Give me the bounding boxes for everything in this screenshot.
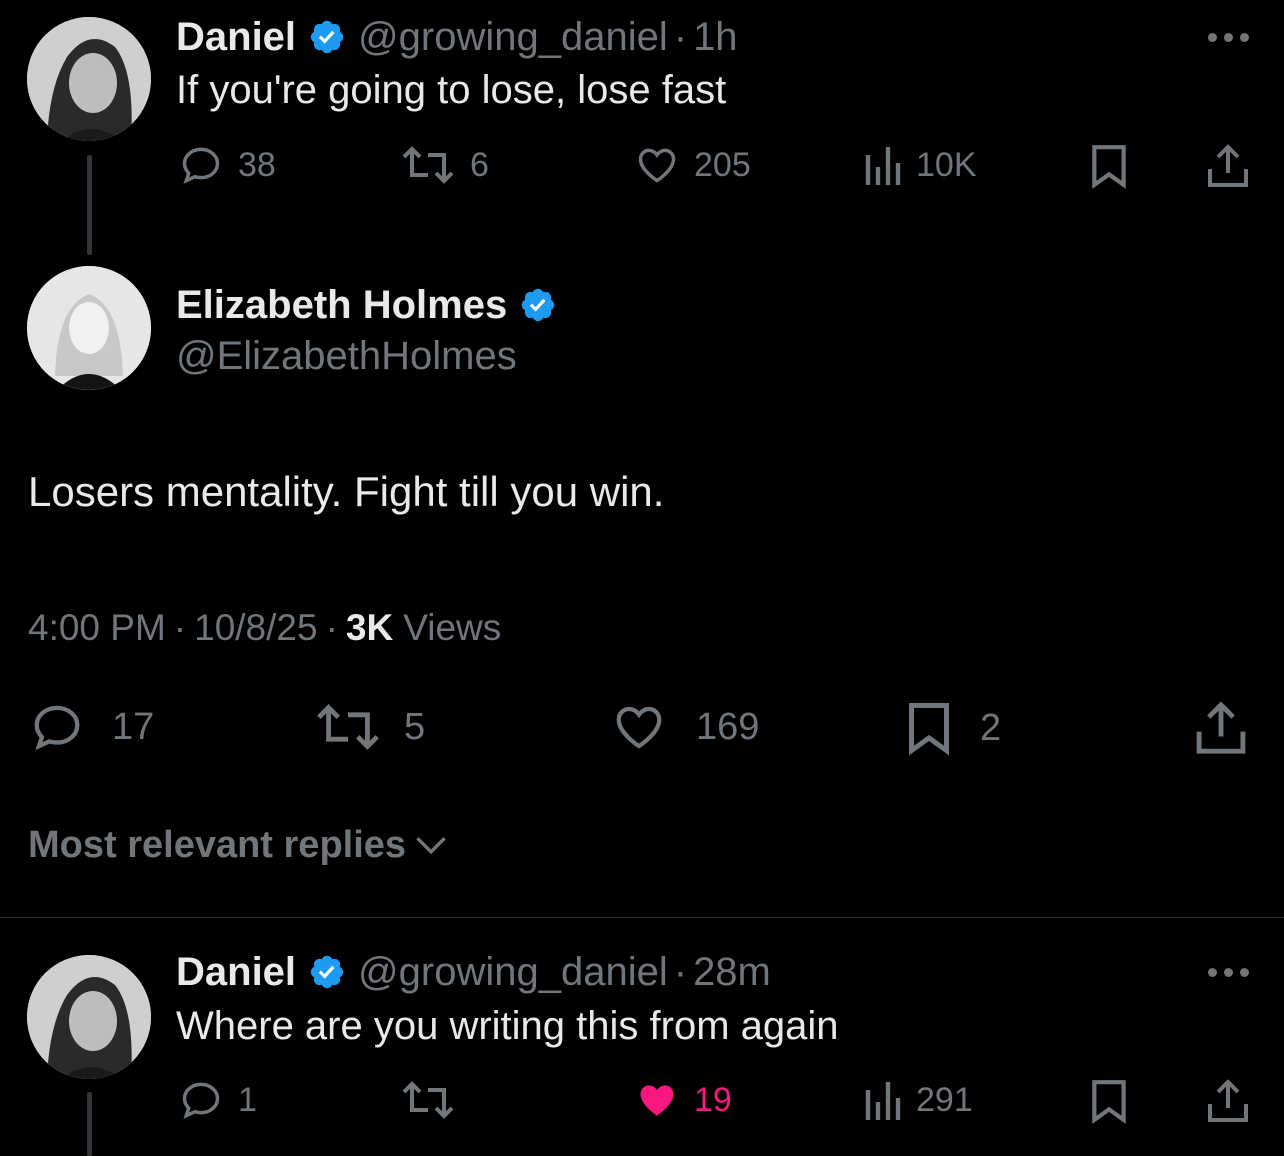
separator-dot: · bbox=[673, 949, 688, 994]
more-options-icon[interactable] bbox=[1208, 968, 1249, 977]
views-button[interactable]: 10K bbox=[862, 143, 977, 187]
divider bbox=[0, 917, 1284, 918]
avatar-image bbox=[27, 955, 151, 1079]
views-icon bbox=[865, 147, 901, 185]
bookmark-icon bbox=[909, 703, 949, 756]
reply-count: 17 bbox=[112, 705, 155, 748]
tweet-text: Losers mentality. Fight till you win. bbox=[28, 468, 665, 515]
author-name[interactable]: Elizabeth Holmes bbox=[176, 283, 507, 328]
tweet-time[interactable]: 1h bbox=[693, 15, 738, 60]
share-icon bbox=[1208, 144, 1248, 187]
author-handle[interactable]: @growing_daniel bbox=[358, 950, 668, 995]
views-button[interactable]: 291 bbox=[862, 1078, 973, 1122]
bookmark-button[interactable] bbox=[1088, 143, 1130, 189]
separator-dot: · bbox=[325, 607, 338, 648]
author-handle[interactable]: @growing_daniel bbox=[358, 15, 668, 60]
heart-icon bbox=[616, 706, 662, 749]
views-count: 291 bbox=[916, 1080, 973, 1119]
avatar-image bbox=[27, 17, 151, 141]
retweet-count: 6 bbox=[470, 145, 489, 184]
views-count: 10K bbox=[916, 145, 977, 184]
share-button[interactable] bbox=[1206, 1078, 1250, 1124]
like-count: 169 bbox=[696, 705, 760, 748]
like-count: 205 bbox=[694, 145, 751, 184]
bookmark-icon bbox=[1092, 145, 1126, 189]
tweet-time[interactable]: 28m bbox=[693, 950, 771, 995]
share-button[interactable] bbox=[1194, 700, 1248, 756]
retweet-icon bbox=[317, 704, 379, 750]
tweet-meta: 4:00 PM · 10/8/25 · 3K Views bbox=[28, 605, 501, 651]
like-button[interactable]: 205 bbox=[634, 143, 751, 187]
avatar[interactable] bbox=[27, 17, 151, 141]
reply-count: 38 bbox=[238, 145, 276, 184]
author-handle[interactable]: @ElizabethHolmes bbox=[176, 334, 517, 379]
author-name[interactable]: Daniel bbox=[176, 15, 296, 60]
retweet-button[interactable] bbox=[400, 1078, 470, 1122]
tweet-text: If you're going to lose, lose fast bbox=[176, 68, 727, 112]
tweet-time[interactable]: 4:00 PM bbox=[28, 607, 166, 649]
retweet-count: 5 bbox=[404, 705, 426, 748]
tweet-date[interactable]: 10/8/25 bbox=[194, 607, 317, 649]
verified-badge-icon bbox=[310, 955, 344, 989]
more-options-icon[interactable] bbox=[1208, 33, 1249, 42]
separator-dot: · bbox=[173, 607, 187, 648]
retweet-button[interactable]: 6 bbox=[400, 143, 489, 187]
replies-filter-label: Most relevant replies bbox=[28, 823, 407, 866]
reply-button[interactable]: 17 bbox=[28, 700, 154, 754]
avatar-image bbox=[27, 266, 151, 390]
bookmark-button[interactable] bbox=[1088, 1078, 1130, 1124]
bookmark-count: 2 bbox=[980, 706, 1002, 749]
reply-button[interactable]: 38 bbox=[178, 143, 276, 187]
thread-line bbox=[87, 155, 92, 255]
retweet-icon bbox=[402, 146, 454, 184]
retweet-icon bbox=[402, 1081, 454, 1119]
like-button[interactable]: 169 bbox=[610, 700, 759, 754]
views-count[interactable]: 3K bbox=[346, 607, 393, 649]
like-button[interactable]: 19 bbox=[634, 1078, 732, 1122]
tweet-text: Where are you writing this from again bbox=[176, 1004, 839, 1048]
reply-count: 1 bbox=[238, 1080, 257, 1119]
share-button[interactable] bbox=[1206, 143, 1250, 189]
chevron-down-icon bbox=[416, 836, 446, 855]
heart-icon bbox=[638, 148, 676, 183]
share-icon bbox=[1196, 701, 1246, 754]
reply-icon bbox=[182, 1082, 220, 1119]
share-icon bbox=[1208, 1079, 1248, 1122]
reply-icon bbox=[182, 147, 220, 184]
verified-badge-icon bbox=[521, 288, 555, 322]
author-name[interactable]: Daniel bbox=[176, 950, 296, 995]
bookmark-button[interactable]: 2 bbox=[904, 700, 1001, 756]
heart-filled-icon bbox=[640, 1085, 674, 1116]
like-count: 19 bbox=[694, 1080, 732, 1119]
avatar[interactable] bbox=[27, 955, 151, 1079]
views-label: Views bbox=[403, 607, 502, 648]
verified-badge-icon bbox=[310, 20, 344, 54]
thread-line bbox=[87, 1092, 92, 1156]
separator-dot: · bbox=[673, 14, 688, 59]
bookmark-icon bbox=[1092, 1080, 1126, 1124]
retweet-button[interactable]: 5 bbox=[314, 700, 425, 754]
avatar[interactable] bbox=[27, 266, 151, 390]
views-icon bbox=[865, 1082, 901, 1120]
reply-button[interactable]: 1 bbox=[178, 1078, 257, 1122]
reply-icon bbox=[34, 705, 80, 751]
replies-filter[interactable]: Most relevant replies bbox=[28, 821, 448, 869]
